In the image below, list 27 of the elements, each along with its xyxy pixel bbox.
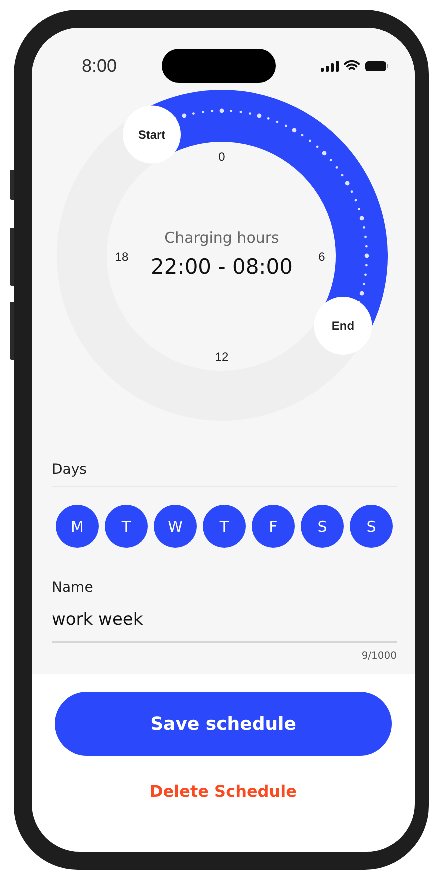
end-handle[interactable]: [314, 297, 372, 355]
status-time: 8:00: [82, 56, 118, 76]
day-toggle[interactable]: S: [350, 505, 393, 548]
save-button[interactable]: Save schedule: [55, 692, 392, 756]
hour-label: 6: [318, 250, 325, 264]
day-toggle[interactable]: T: [105, 505, 148, 548]
start-handle[interactable]: [122, 106, 180, 164]
wifi-icon: [344, 60, 360, 72]
day-toggle[interactable]: S: [301, 505, 344, 548]
character-counter: 9/1000: [360, 651, 397, 662]
day-toggle[interactable]: T: [203, 505, 246, 548]
name-label: Name: [52, 580, 94, 596]
hour-label: 0: [218, 150, 225, 164]
day-toggle[interactable]: W: [154, 505, 197, 548]
dial-caption: Charging hours: [164, 229, 279, 247]
hour-label: 18: [114, 250, 128, 264]
signal-icon: [320, 60, 339, 72]
battery-icon: [364, 60, 389, 72]
day-toggle[interactable]: F: [252, 505, 295, 548]
delete-link[interactable]: Delete Schedule: [146, 778, 301, 805]
day-toggle[interactable]: M: [56, 505, 99, 548]
end-label: End: [331, 319, 354, 333]
hour-label: 12: [214, 350, 228, 364]
name-input[interactable]: work week: [52, 596, 397, 643]
start-label: Start: [138, 128, 166, 142]
days-label: Days: [52, 462, 88, 478]
time-range: 22:00 - 08:00: [150, 255, 292, 279]
